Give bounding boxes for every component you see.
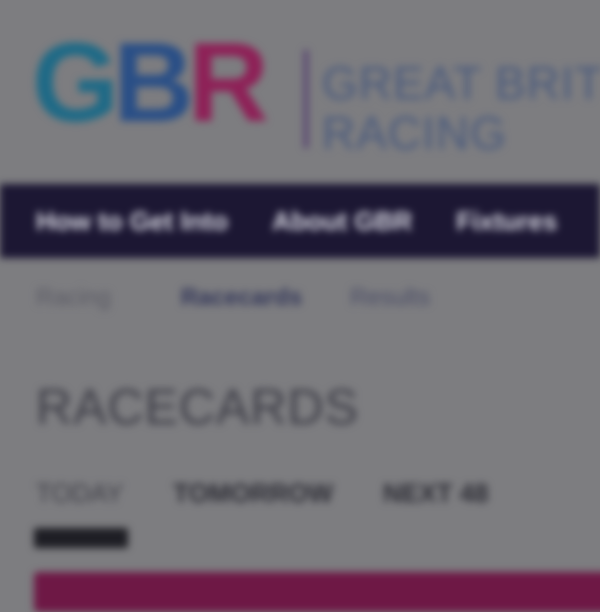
- secondary-nav: Racing Racecards Results: [0, 268, 600, 328]
- nav-item-about-gbr[interactable]: About GBR: [250, 206, 434, 237]
- active-tab-indicator: [34, 528, 128, 548]
- site-logo[interactable]: GBR GREAT BRIT RACING: [32, 27, 600, 159]
- logo-mark: GBR: [32, 27, 269, 139]
- page-title: RACECARDS: [36, 379, 359, 435]
- primary-nav: How to Get Into About GBR Fixtures: [0, 184, 600, 258]
- subnav-item-racing[interactable]: Racing: [36, 284, 111, 312]
- day-tabs: TODAY TOMORROW NEXT 48: [36, 478, 539, 509]
- racecard-banner[interactable]: [34, 572, 600, 612]
- tab-today[interactable]: TODAY: [36, 478, 123, 509]
- subnav-item-results[interactable]: Results: [350, 284, 430, 312]
- tab-next-48[interactable]: NEXT 48: [383, 478, 489, 509]
- logo-letter-r: R: [188, 20, 269, 145]
- page: GBR GREAT BRIT RACING How to Get Into Ab…: [0, 0, 600, 612]
- tab-tomorrow[interactable]: TOMORROW: [173, 478, 333, 509]
- logo-wordmark: GREAT BRIT RACING: [322, 58, 600, 158]
- logo-wordmark-line1: GREAT BRIT: [322, 57, 600, 109]
- nav-item-fixtures[interactable]: Fixtures: [434, 206, 579, 237]
- nav-item-how-to-get-into[interactable]: How to Get Into: [0, 206, 250, 237]
- subnav-item-racecards[interactable]: Racecards: [181, 284, 302, 312]
- logo-letter-g: G: [32, 20, 119, 145]
- logo-wordmark-line2: RACING: [322, 107, 507, 159]
- logo-divider: [304, 50, 308, 148]
- logo-letter-b: B: [113, 20, 194, 145]
